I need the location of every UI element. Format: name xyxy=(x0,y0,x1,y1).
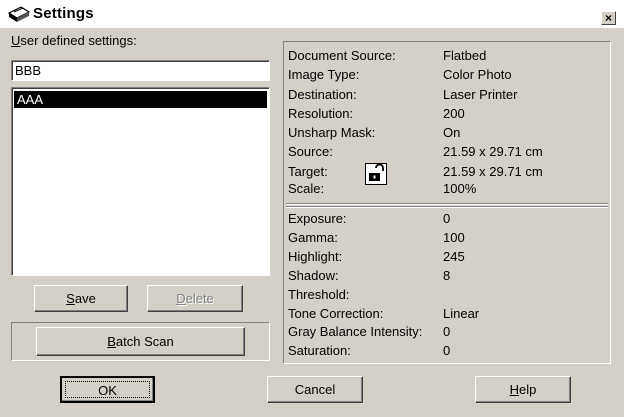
user-settings-label: User defined settings: xyxy=(11,33,137,48)
help-button[interactable]: Help xyxy=(475,376,571,403)
info-value: 21.59 x 29.71 cm xyxy=(443,164,543,179)
close-icon: × xyxy=(604,11,612,25)
window-title: Settings xyxy=(33,5,94,22)
info-label: Threshold: xyxy=(288,287,350,302)
info-label: Scale: xyxy=(288,181,325,196)
delete-button[interactable]: Delete xyxy=(147,285,243,312)
setting-name-input[interactable] xyxy=(11,60,270,81)
close-button[interactable]: × xyxy=(601,11,616,25)
save-button[interactable]: Save xyxy=(34,285,128,312)
info-label: Gray Balance Intensity: xyxy=(288,324,423,339)
settings-dialog: Settings × User defined settings: AAA Sa… xyxy=(0,0,624,417)
info-value: Flatbed xyxy=(443,48,487,63)
info-value: Laser Printer xyxy=(443,87,518,102)
info-label: Source: xyxy=(288,144,333,159)
info-value: Color Photo xyxy=(443,67,512,82)
info-value: On xyxy=(443,125,461,140)
lock-icon[interactable] xyxy=(365,163,387,185)
info-value: 100% xyxy=(443,181,477,196)
info-value: 0 xyxy=(443,343,451,358)
panel-divider xyxy=(286,203,608,205)
cancel-button[interactable]: Cancel xyxy=(267,376,363,403)
info-value: 0 xyxy=(443,324,451,339)
info-label: Highlight: xyxy=(288,249,343,264)
title-bar[interactable]: Settings × xyxy=(0,0,624,28)
info-value: 21.59 x 29.71 cm xyxy=(443,144,543,159)
info-label: Target: xyxy=(288,164,328,179)
info-label: Gamma: xyxy=(288,230,338,245)
info-value: Linear xyxy=(443,306,480,321)
scanner-icon xyxy=(8,6,30,22)
info-value: 200 xyxy=(443,106,465,121)
info-label: Shadow: xyxy=(288,268,339,283)
info-value: 100 xyxy=(443,230,465,245)
info-value: 0 xyxy=(443,211,451,226)
panel-divider xyxy=(286,206,608,208)
focus-rect xyxy=(65,381,150,398)
info-value: 8 xyxy=(443,268,451,283)
info-label: Unsharp Mask: xyxy=(288,125,376,140)
info-label: Document Source: xyxy=(288,48,396,63)
info-label: Saturation: xyxy=(288,343,351,358)
info-label: Resolution: xyxy=(288,106,354,121)
info-value: 245 xyxy=(443,249,465,264)
list-item[interactable]: AAA xyxy=(14,91,267,108)
info-label: Tone Correction: xyxy=(288,306,384,321)
info-label: Destination: xyxy=(288,87,357,102)
info-label: Exposure: xyxy=(288,211,347,226)
settings-listbox[interactable]: AAA xyxy=(11,87,270,276)
ok-button[interactable]: OK xyxy=(60,376,155,403)
batch-scan-button[interactable]: Batch Scan xyxy=(36,327,245,356)
info-label: Image Type: xyxy=(288,67,360,82)
